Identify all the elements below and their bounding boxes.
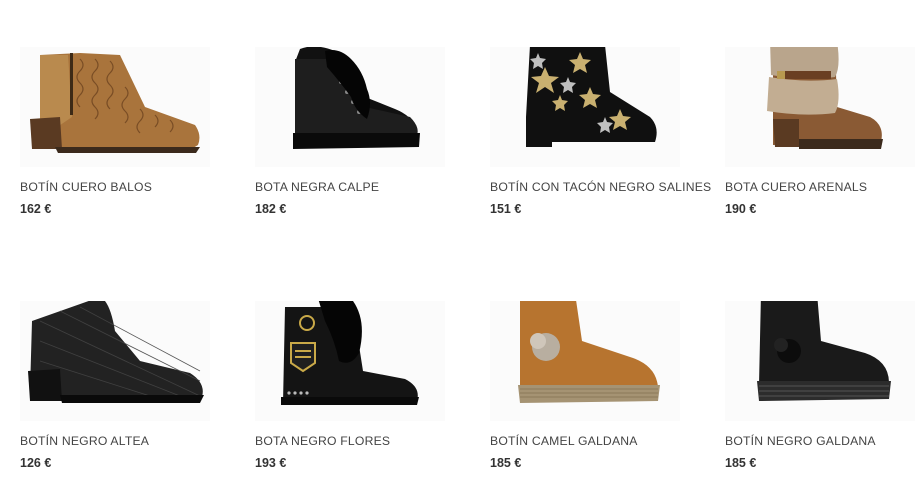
boot-black-fur-laceup-icon <box>293 47 420 149</box>
product-price: 190 € <box>725 202 757 216</box>
boot-black-fur-badge-icon <box>281 301 419 405</box>
product-name[interactable]: BOTÍN CUERO BALOS <box>20 180 152 194</box>
product-image[interactable] <box>725 47 915 167</box>
boot-black-stars-icon <box>526 47 657 147</box>
product-image[interactable] <box>490 47 680 167</box>
product-name[interactable]: BOTÍN NEGRO ALTEA <box>20 434 149 448</box>
boot-black-textured-icon <box>28 301 204 403</box>
product-price: 162 € <box>20 202 52 216</box>
product-name[interactable]: BOTA NEGRO FLORES <box>255 434 390 448</box>
product-price: 185 € <box>725 456 757 470</box>
product-name[interactable]: BOTÍN NEGRO GALDANA <box>725 434 876 448</box>
product-image[interactable] <box>255 301 445 421</box>
product-price: 182 € <box>255 202 287 216</box>
boot-brown-pattern-icon <box>30 53 200 153</box>
product-price: 185 € <box>490 456 522 470</box>
product-name[interactable]: BOTÍN CON TACÓN NEGRO SALINES <box>490 180 711 194</box>
product-image[interactable] <box>725 301 915 421</box>
product-grid: BOTÍN CUERO BALOS 162 € BOTA NEGRA CALPE… <box>0 0 918 481</box>
product-price: 126 € <box>20 456 52 470</box>
product-price: 151 € <box>490 202 522 216</box>
product-name[interactable]: BOTÍN CAMEL GALDANA <box>490 434 638 448</box>
product-image[interactable] <box>20 301 210 421</box>
product-name[interactable]: BOTA CUERO ARENALS <box>725 180 867 194</box>
boot-black-pompom-icon <box>757 301 891 401</box>
boot-camel-pompom-icon <box>518 301 660 403</box>
product-price: 193 € <box>255 456 287 470</box>
product-name[interactable]: BOTA NEGRA CALPE <box>255 180 379 194</box>
product-image[interactable] <box>20 47 210 167</box>
product-image[interactable] <box>255 47 445 167</box>
product-image[interactable] <box>490 301 680 421</box>
boot-brown-fur-icon <box>767 47 883 149</box>
